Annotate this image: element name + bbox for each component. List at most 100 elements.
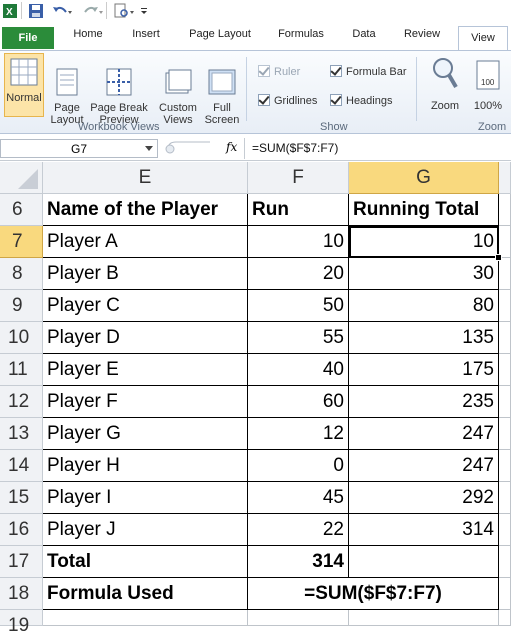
running-total-cell[interactable]: 135 <box>349 322 499 354</box>
run-cell[interactable]: 0 <box>248 450 349 482</box>
name-box[interactable]: G7 <box>0 139 158 158</box>
redo-icon[interactable] <box>82 3 104 19</box>
running-total-cell[interactable]: 30 <box>349 258 499 290</box>
player-name-cell[interactable]: Player C <box>43 290 248 322</box>
player-name-cell[interactable]: Player I <box>43 482 248 514</box>
empty-cell[interactable] <box>499 354 511 386</box>
column-label-cell[interactable]: Running Total <box>349 194 499 226</box>
row-header[interactable]: 7 <box>0 226 43 258</box>
headings-checkbox[interactable]: Headings <box>330 94 392 107</box>
tab-home[interactable]: Home <box>68 28 108 40</box>
formula-input[interactable]: =SUM($F$7:F7) <box>252 141 338 155</box>
zoom-100-button[interactable]: 100 100% <box>470 55 506 112</box>
empty-cell[interactable] <box>499 450 511 482</box>
row-header[interactable]: 16 <box>0 514 43 546</box>
running-total-cell[interactable]: 80 <box>349 290 499 322</box>
run-cell[interactable]: 20 <box>248 258 349 290</box>
player-name-cell[interactable]: Total <box>43 546 248 578</box>
row-header[interactable]: 17 <box>0 546 43 578</box>
row-header[interactable]: 8 <box>0 258 43 290</box>
column-label-cell[interactable]: Name of the Player <box>43 194 248 226</box>
empty-cell[interactable] <box>499 546 511 578</box>
empty-cell[interactable] <box>499 482 511 514</box>
empty-cell[interactable] <box>499 386 511 418</box>
page-break-preview-button[interactable]: Page Break Preview <box>88 55 150 126</box>
save-icon[interactable] <box>28 3 44 19</box>
row-header[interactable]: 14 <box>0 450 43 482</box>
row-header[interactable]: 18 <box>0 578 43 610</box>
column-header-g[interactable]: G <box>349 162 499 194</box>
row-header[interactable]: 13 <box>0 418 43 450</box>
tab-view[interactable]: View <box>458 26 508 50</box>
running-total-cell[interactable] <box>349 610 499 626</box>
tab-formulas[interactable]: Formulas <box>272 28 330 40</box>
empty-cell[interactable] <box>499 578 511 610</box>
player-name-cell[interactable]: Player E <box>43 354 248 386</box>
column-header-f[interactable]: F <box>248 162 349 194</box>
running-total-cell[interactable]: 175 <box>349 354 499 386</box>
ruler-checkbox[interactable]: Ruler <box>258 65 300 78</box>
chevron-down-icon[interactable] <box>145 146 153 152</box>
player-name-cell[interactable]: Formula Used <box>43 578 248 610</box>
zoom-button[interactable]: Zoom <box>426 55 464 112</box>
tab-insert[interactable]: Insert <box>124 28 168 40</box>
tab-page-layout[interactable]: Page Layout <box>184 28 256 40</box>
running-total-cell[interactable] <box>349 546 499 578</box>
normal-view-button[interactable]: Normal <box>4 53 44 117</box>
player-name-cell[interactable]: Player J <box>43 514 248 546</box>
print-preview-icon[interactable] <box>113 3 135 19</box>
run-cell[interactable]: 40 <box>248 354 349 386</box>
tab-file[interactable]: File <box>2 27 54 49</box>
column-header-e[interactable]: E <box>43 162 248 194</box>
insert-function-icon[interactable]: fx <box>226 140 237 154</box>
run-cell[interactable]: 55 <box>248 322 349 354</box>
row-header[interactable]: 19 <box>0 610 43 636</box>
empty-cell[interactable] <box>499 290 511 322</box>
player-name-cell[interactable]: Player D <box>43 322 248 354</box>
player-name-cell[interactable]: Player H <box>43 450 248 482</box>
select-all-corner[interactable] <box>0 162 43 194</box>
fill-handle[interactable] <box>495 254 502 261</box>
running-total-cell[interactable]: 292 <box>349 482 499 514</box>
empty-cell[interactable] <box>499 322 511 354</box>
tab-data[interactable]: Data <box>346 28 382 40</box>
row-header[interactable]: 9 <box>0 290 43 322</box>
formula-used-cell[interactable]: =SUM($F$7:F7) <box>248 578 499 610</box>
empty-cell[interactable] <box>499 610 511 626</box>
row-header[interactable]: 15 <box>0 482 43 514</box>
row-header[interactable]: 6 <box>0 194 43 226</box>
running-total-cell[interactable]: 247 <box>349 450 499 482</box>
running-total-cell[interactable]: 10 <box>349 226 499 258</box>
customize-toolbar-icon[interactable] <box>139 3 149 19</box>
empty-cell[interactable] <box>499 514 511 546</box>
run-cell[interactable]: 60 <box>248 386 349 418</box>
row-header[interactable]: 10 <box>0 322 43 354</box>
player-name-cell[interactable]: Player G <box>43 418 248 450</box>
empty-cell[interactable] <box>499 258 511 290</box>
tab-review[interactable]: Review <box>398 28 446 40</box>
player-name-cell[interactable] <box>43 610 248 626</box>
running-total-cell[interactable]: 235 <box>349 386 499 418</box>
run-cell[interactable]: 45 <box>248 482 349 514</box>
gridlines-checkbox[interactable]: Gridlines <box>258 94 317 107</box>
column-header-h[interactable] <box>499 162 511 194</box>
empty-cell[interactable] <box>499 194 511 226</box>
row-header[interactable]: 11 <box>0 354 43 386</box>
run-cell[interactable] <box>248 610 349 626</box>
custom-views-button[interactable]: Custom Views <box>158 55 198 126</box>
page-layout-view-button[interactable]: Page Layout <box>48 55 86 126</box>
empty-cell[interactable] <box>499 418 511 450</box>
player-name-cell[interactable]: Player B <box>43 258 248 290</box>
player-name-cell[interactable]: Player A <box>43 226 248 258</box>
column-label-cell[interactable]: Run <box>248 194 349 226</box>
total-run-cell[interactable]: 314 <box>248 546 349 578</box>
full-screen-button[interactable]: Full Screen <box>202 55 242 126</box>
player-name-cell[interactable]: Player F <box>43 386 248 418</box>
running-total-cell[interactable]: 314 <box>349 514 499 546</box>
run-cell[interactable]: 50 <box>248 290 349 322</box>
formula-bar-checkbox[interactable]: Formula Bar <box>330 65 407 78</box>
run-cell[interactable]: 22 <box>248 514 349 546</box>
run-cell[interactable]: 12 <box>248 418 349 450</box>
undo-icon[interactable] <box>51 3 73 19</box>
running-total-cell[interactable]: 247 <box>349 418 499 450</box>
